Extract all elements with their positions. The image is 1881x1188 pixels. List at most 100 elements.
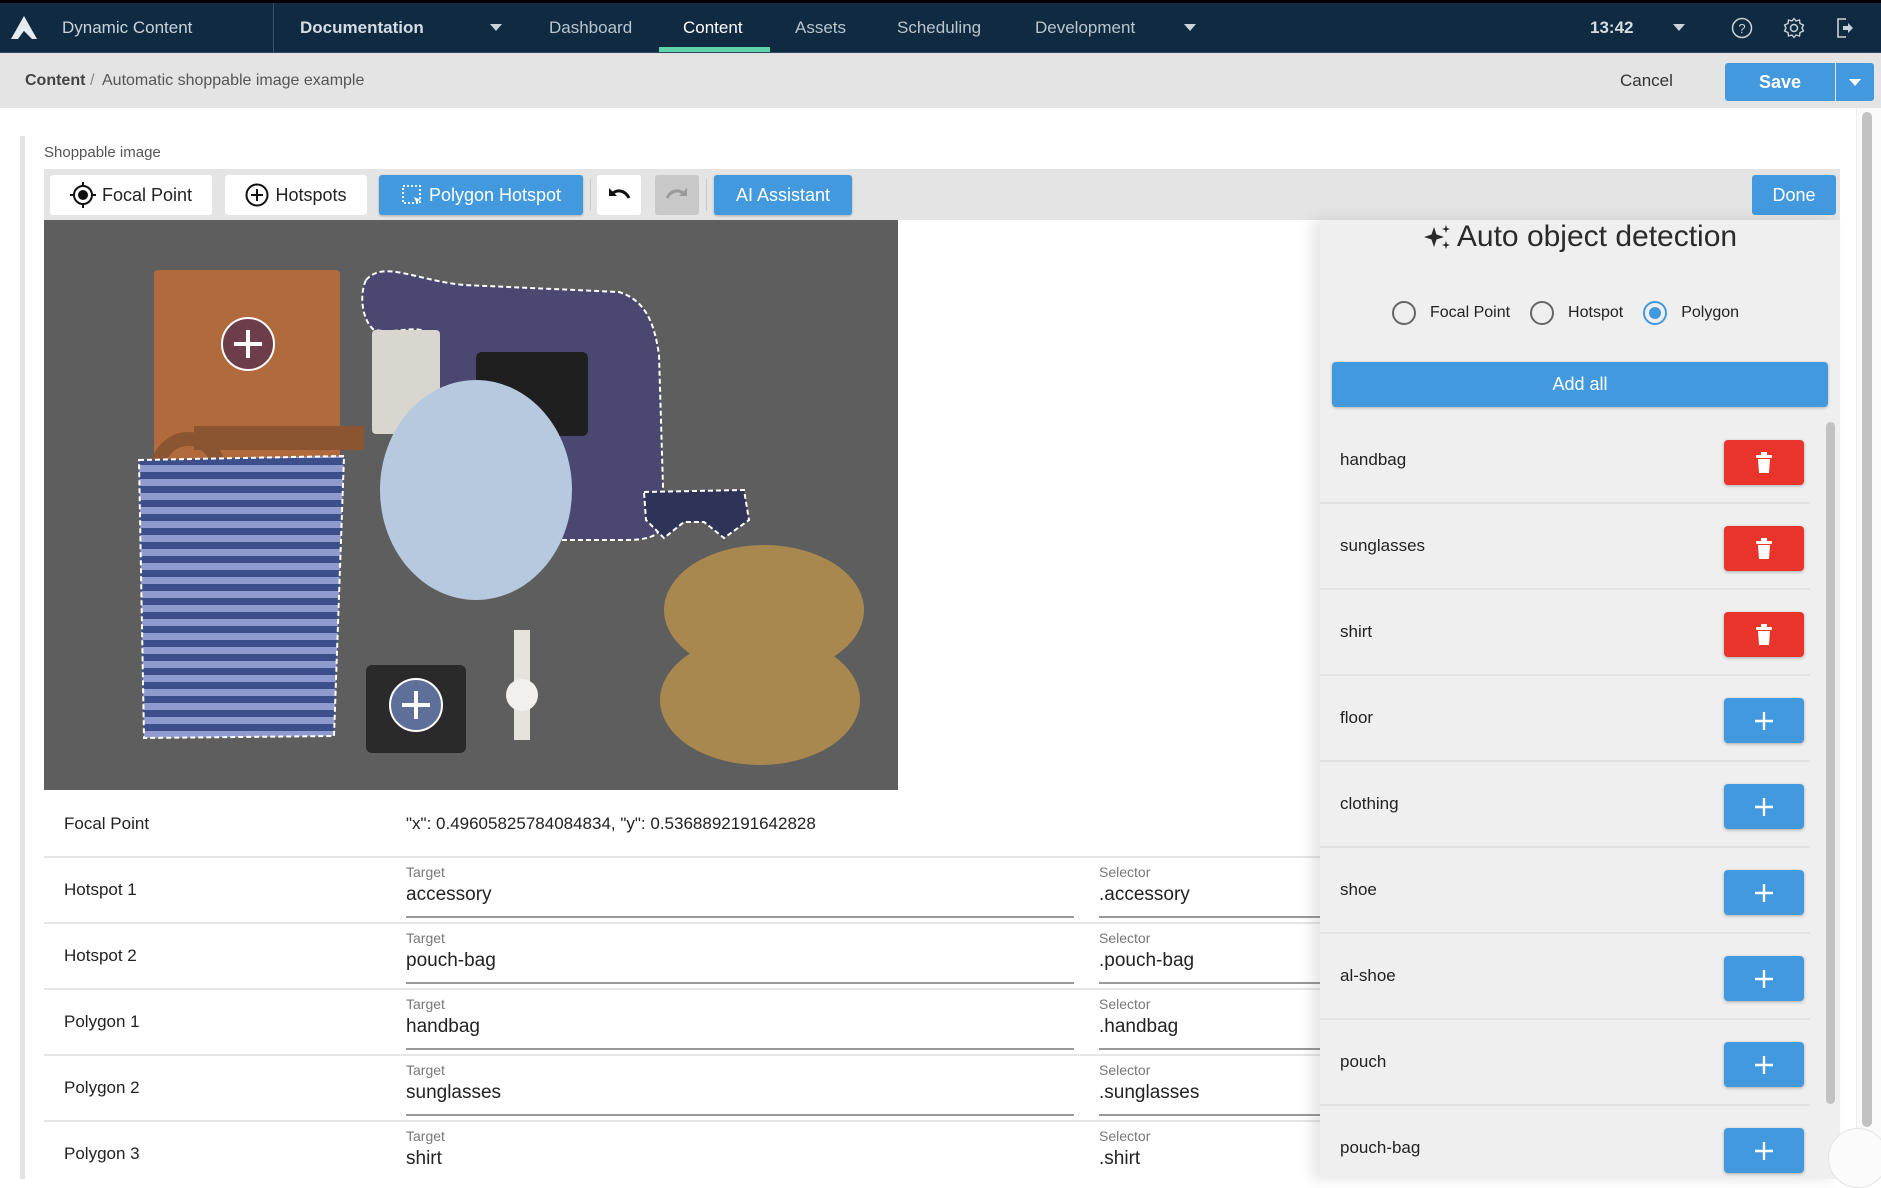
add-all-button[interactable]: Add all (1332, 362, 1828, 407)
target-input[interactable]: handbag (406, 1016, 1074, 1038)
detection-name: sunglasses (1340, 536, 1426, 555)
radio-button[interactable] (1392, 301, 1416, 325)
shirt-polygon[interactable] (137, 454, 346, 740)
table-row: Polygon 3 Target shirt Selector .shirt (44, 1122, 1334, 1188)
org-caret-icon[interactable] (490, 24, 502, 31)
settings-icon[interactable] (1783, 17, 1805, 39)
add-detection-button[interactable] (1724, 956, 1804, 1001)
ai-assistant-button[interactable]: AI Assistant (714, 175, 852, 215)
polygon-select-icon (402, 185, 421, 204)
target-input[interactable]: pouch-bag (406, 950, 1074, 972)
selector-input[interactable]: .handbag (1099, 1016, 1334, 1038)
target-field[interactable]: Target shirt (406, 1122, 1074, 1188)
add-detection-button[interactable] (1724, 870, 1804, 915)
selector-field[interactable]: Selector .sunglasses (1099, 1056, 1334, 1122)
mode-hotspot[interactable]: Hotspot (1530, 301, 1623, 325)
target-field[interactable]: Target handbag (406, 990, 1074, 1056)
undo-button[interactable] (597, 175, 641, 215)
hotspots-button[interactable]: Hotspots (225, 175, 367, 215)
selector-input[interactable]: .accessory (1099, 884, 1334, 906)
detection-item: handbag (1320, 418, 1810, 504)
radio-button-selected[interactable] (1643, 301, 1668, 325)
shoppable-image-canvas[interactable] (44, 220, 898, 790)
selector-input[interactable]: .pouch-bag (1099, 950, 1334, 972)
hotspot-marker[interactable] (221, 317, 275, 371)
detection-name: al-shoe (1340, 966, 1396, 985)
plus-icon (1755, 1055, 1773, 1074)
target-label: Target (406, 996, 445, 1012)
hotspot-marker[interactable] (389, 678, 443, 732)
detection-mode-group: Focal Point Hotspot Polygon (1392, 298, 1759, 328)
development-caret-icon[interactable] (1184, 24, 1196, 31)
selector-input[interactable]: .sunglasses (1099, 1082, 1334, 1104)
time-caret-icon[interactable] (1673, 24, 1685, 31)
input-underline (406, 982, 1074, 984)
save-options-button[interactable] (1836, 63, 1874, 101)
target-field[interactable]: Target sunglasses (406, 1056, 1074, 1122)
focal-point-value: "x": 0.49605825784084834, "y": 0.5368892… (406, 814, 816, 833)
app-logo-icon[interactable] (10, 15, 38, 41)
tab-scheduling[interactable]: Scheduling (897, 18, 981, 38)
input-underline (406, 1114, 1074, 1116)
focal-point-icon (69, 182, 96, 208)
done-button[interactable]: Done (1752, 175, 1836, 215)
remove-detection-button[interactable] (1724, 440, 1804, 485)
remove-detection-button[interactable] (1724, 612, 1804, 657)
add-detection-button[interactable] (1724, 1128, 1804, 1173)
cancel-button[interactable]: Cancel (1620, 71, 1673, 91)
time-display: 13:42 (1590, 18, 1634, 37)
radio-button[interactable] (1530, 301, 1555, 325)
target-input[interactable]: accessory (406, 884, 1074, 906)
mode-polygon[interactable]: Polygon (1643, 301, 1739, 325)
page-scrollbar-thumb[interactable] (1862, 112, 1872, 1127)
tab-development[interactable]: Development (1035, 18, 1135, 38)
save-button[interactable]: Save (1725, 63, 1835, 101)
focal-point-button-label: Focal Point (101, 184, 193, 205)
add-detection-button[interactable] (1724, 1042, 1804, 1087)
tab-content[interactable]: Content (683, 18, 743, 38)
target-field[interactable]: Target pouch-bag (406, 924, 1074, 990)
row-label: Hotspot 1 (64, 880, 137, 899)
add-detection-button[interactable] (1724, 784, 1804, 829)
detection-name: pouch-bag (1340, 1138, 1421, 1157)
org-switcher[interactable]: Documentation (300, 18, 424, 38)
logout-icon[interactable] (1834, 17, 1856, 39)
selector-field[interactable]: Selector .accessory (1099, 858, 1334, 924)
detection-name: clothing (1340, 794, 1399, 813)
undo-icon (609, 188, 631, 199)
detection-list: handbag sunglasses shirt floor clothing shoe a… (1320, 418, 1820, 1179)
polygon-hotspot-button[interactable]: Polygon Hotspot (379, 175, 583, 215)
active-tab-indicator (659, 47, 770, 52)
focal-point-button[interactable]: Focal Point (50, 175, 212, 215)
selector-field[interactable]: Selector .pouch-bag (1099, 924, 1334, 990)
scarf (380, 380, 572, 600)
input-underline (406, 1048, 1074, 1050)
detection-item: clothing (1320, 762, 1810, 848)
panel-title-text: Auto object detection (1456, 220, 1738, 253)
top-nav-bar: Dynamic Content Documentation Dashboard … (0, 3, 1881, 53)
remove-detection-button[interactable] (1724, 526, 1804, 571)
tab-dashboard[interactable]: Dashboard (549, 18, 632, 38)
mode-focal-point[interactable]: Focal Point (1392, 301, 1510, 325)
selector-field[interactable]: Selector .handbag (1099, 990, 1334, 1056)
add-detection-button[interactable] (1724, 698, 1804, 743)
target-field[interactable]: Target accessory (406, 858, 1074, 924)
auto-detection-panel: Auto object detection Focal Point Hotspo… (1320, 220, 1840, 1179)
target-input[interactable]: shirt (406, 1148, 1074, 1170)
svg-text:?: ? (1738, 21, 1745, 36)
floating-action-handle[interactable] (1828, 1128, 1881, 1188)
add-circle-icon (245, 183, 269, 207)
table-row: Polygon 2 Target sunglasses Selector .su… (44, 1056, 1334, 1122)
detection-list-scrollbar[interactable] (1826, 422, 1835, 1104)
breadcrumb-separator: / (90, 72, 95, 89)
app-title[interactable]: Dynamic Content (62, 18, 192, 38)
radio-label: Hotspot (1568, 304, 1624, 321)
target-input[interactable]: sunglasses (406, 1082, 1074, 1104)
product-photo[interactable] (44, 220, 898, 790)
selector-input[interactable]: .shirt (1099, 1148, 1334, 1170)
help-icon[interactable]: ? (1731, 17, 1753, 39)
selector-field[interactable]: Selector .shirt (1099, 1122, 1334, 1188)
tab-assets[interactable]: Assets (795, 18, 846, 38)
breadcrumb-content-link[interactable]: Content (25, 72, 85, 90)
redo-button[interactable] (655, 175, 699, 215)
